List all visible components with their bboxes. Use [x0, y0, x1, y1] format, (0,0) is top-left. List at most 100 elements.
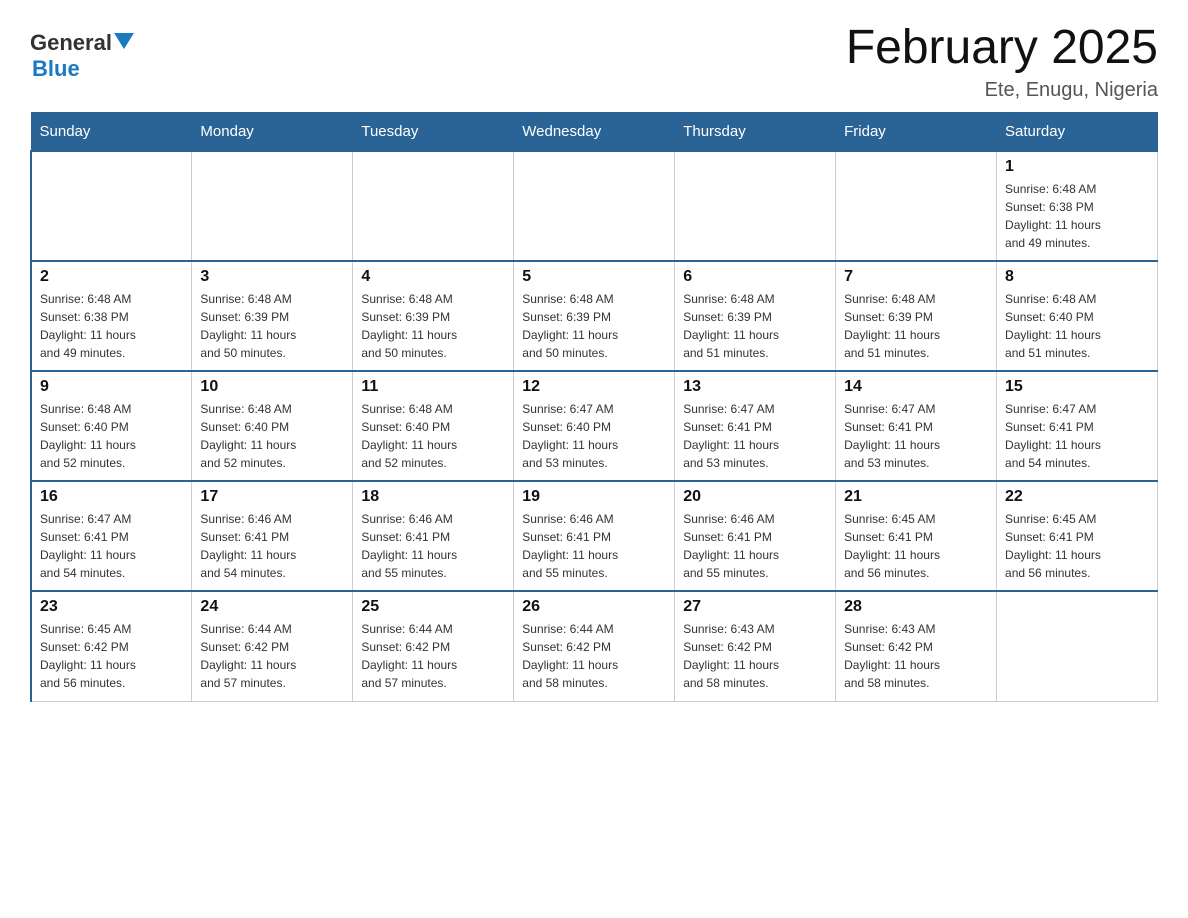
- weekday-header-wednesday: Wednesday: [514, 113, 675, 152]
- calendar-cell: 20 Sunrise: 6:46 AM Sunset: 6:41 PM Dayli…: [675, 481, 836, 591]
- day-number: 5: [522, 268, 666, 286]
- calendar-cell: 23 Sunrise: 6:45 AM Sunset: 6:42 PM Dayli…: [31, 591, 192, 701]
- day-info: Sunrise: 6:48 AM Sunset: 6:39 PM Dayligh…: [200, 290, 344, 362]
- day-number: 1: [1005, 158, 1149, 176]
- day-info: Sunrise: 6:43 AM Sunset: 6:42 PM Dayligh…: [683, 620, 827, 692]
- day-info: Sunrise: 6:45 AM Sunset: 6:42 PM Dayligh…: [40, 620, 183, 692]
- calendar-cell: [514, 151, 675, 261]
- calendar-cell: [675, 151, 836, 261]
- day-info: Sunrise: 6:47 AM Sunset: 6:41 PM Dayligh…: [40, 510, 183, 582]
- calendar-cell: 13Sunrise: 6:47 AM Sunset: 6:41 PM Dayli…: [675, 371, 836, 481]
- week-row-5: 23 Sunrise: 6:45 AM Sunset: 6:42 PM Dayli…: [31, 591, 1158, 701]
- day-number: 13: [683, 378, 827, 396]
- calendar-cell: 4 Sunrise: 6:48 AM Sunset: 6:39 PM Daylig…: [353, 261, 514, 371]
- day-number: 20: [683, 488, 827, 506]
- day-number: 7: [844, 268, 988, 286]
- calendar-header: SundayMondayTuesdayWednesdayThursdayFrid…: [31, 113, 1158, 152]
- calendar-subtitle: Ete, Enugu, Nigeria: [846, 79, 1158, 102]
- day-info: Sunrise: 6:48 AM Sunset: 6:40 PM Dayligh…: [200, 400, 344, 472]
- logo: General Blue: [30, 30, 134, 82]
- logo-text-blue: Blue: [32, 56, 80, 81]
- day-number: 6: [683, 268, 827, 286]
- calendar-cell: 9 Sunrise: 6:48 AM Sunset: 6:40 PM Daylig…: [31, 371, 192, 481]
- day-number: 11: [361, 378, 505, 396]
- week-row-1: 1 Sunrise: 6:48 AM Sunset: 6:38 PM Daylig…: [31, 151, 1158, 261]
- calendar-cell: 6 Sunrise: 6:48 AM Sunset: 6:39 PM Daylig…: [675, 261, 836, 371]
- calendar-table: SundayMondayTuesdayWednesdayThursdayFrid…: [30, 112, 1158, 702]
- calendar-title: February 2025: [846, 20, 1158, 75]
- day-info: Sunrise: 6:46 AM Sunset: 6:41 PM Dayligh…: [361, 510, 505, 582]
- logo-icon: General Blue: [30, 30, 134, 82]
- calendar-cell: 2 Sunrise: 6:48 AM Sunset: 6:38 PM Daylig…: [31, 261, 192, 371]
- page-header: General Blue February 2025 Ete, Enugu, N…: [30, 20, 1158, 102]
- day-number: 9: [40, 378, 183, 396]
- day-number: 21: [844, 488, 988, 506]
- calendar-body: 1 Sunrise: 6:48 AM Sunset: 6:38 PM Daylig…: [31, 151, 1158, 701]
- day-info: Sunrise: 6:48 AM Sunset: 6:40 PM Dayligh…: [40, 400, 183, 472]
- title-block: February 2025 Ete, Enugu, Nigeria: [846, 20, 1158, 102]
- day-info: Sunrise: 6:48 AM Sunset: 6:40 PM Dayligh…: [361, 400, 505, 472]
- day-info: Sunrise: 6:48 AM Sunset: 6:39 PM Dayligh…: [361, 290, 505, 362]
- calendar-cell: 11 Sunrise: 6:48 AM Sunset: 6:40 PM Dayli…: [353, 371, 514, 481]
- day-number: 12: [522, 378, 666, 396]
- day-number: 8: [1005, 268, 1149, 286]
- day-number: 25: [361, 598, 505, 616]
- day-number: 14: [844, 378, 988, 396]
- day-info: Sunrise: 6:48 AM Sunset: 6:40 PM Dayligh…: [1005, 290, 1149, 362]
- calendar-cell: 24 Sunrise: 6:44 AM Sunset: 6:42 PM Dayli…: [192, 591, 353, 701]
- calendar-cell: 3 Sunrise: 6:48 AM Sunset: 6:39 PM Daylig…: [192, 261, 353, 371]
- day-number: 22: [1005, 488, 1149, 506]
- day-info: Sunrise: 6:48 AM Sunset: 6:39 PM Dayligh…: [522, 290, 666, 362]
- calendar-cell: 28 Sunrise: 6:43 AM Sunset: 6:42 PM Dayli…: [836, 591, 997, 701]
- weekday-header-tuesday: Tuesday: [353, 113, 514, 152]
- day-info: Sunrise: 6:43 AM Sunset: 6:42 PM Dayligh…: [844, 620, 988, 692]
- week-row-4: 16 Sunrise: 6:47 AM Sunset: 6:41 PM Dayli…: [31, 481, 1158, 591]
- day-number: 28: [844, 598, 988, 616]
- day-info: Sunrise: 6:46 AM Sunset: 6:41 PM Dayligh…: [683, 510, 827, 582]
- day-number: 24: [200, 598, 344, 616]
- day-info: Sunrise: 6:46 AM Sunset: 6:41 PM Dayligh…: [200, 510, 344, 582]
- calendar-cell: 14Sunrise: 6:47 AM Sunset: 6:41 PM Dayli…: [836, 371, 997, 481]
- logo-text-general: General: [30, 30, 112, 56]
- weekday-header-saturday: Saturday: [997, 113, 1158, 152]
- weekday-header-row: SundayMondayTuesdayWednesdayThursdayFrid…: [31, 113, 1158, 152]
- day-info: Sunrise: 6:48 AM Sunset: 6:39 PM Dayligh…: [844, 290, 988, 362]
- day-info: Sunrise: 6:45 AM Sunset: 6:41 PM Dayligh…: [844, 510, 988, 582]
- calendar-cell: 1 Sunrise: 6:48 AM Sunset: 6:38 PM Daylig…: [997, 151, 1158, 261]
- day-number: 2: [40, 268, 183, 286]
- day-info: Sunrise: 6:48 AM Sunset: 6:39 PM Dayligh…: [683, 290, 827, 362]
- calendar-cell: [353, 151, 514, 261]
- calendar-cell: 15Sunrise: 6:47 AM Sunset: 6:41 PM Dayli…: [997, 371, 1158, 481]
- day-info: Sunrise: 6:47 AM Sunset: 6:40 PM Dayligh…: [522, 400, 666, 472]
- calendar-cell: 18 Sunrise: 6:46 AM Sunset: 6:41 PM Dayli…: [353, 481, 514, 591]
- day-info: Sunrise: 6:48 AM Sunset: 6:38 PM Dayligh…: [40, 290, 183, 362]
- day-number: 3: [200, 268, 344, 286]
- calendar-cell: 8 Sunrise: 6:48 AM Sunset: 6:40 PM Daylig…: [997, 261, 1158, 371]
- logo-triangle-icon: [114, 33, 134, 49]
- day-number: 16: [40, 488, 183, 506]
- day-number: 19: [522, 488, 666, 506]
- calendar-cell: [31, 151, 192, 261]
- day-info: Sunrise: 6:44 AM Sunset: 6:42 PM Dayligh…: [200, 620, 344, 692]
- day-number: 15: [1005, 378, 1149, 396]
- calendar-cell: 25Sunrise: 6:44 AM Sunset: 6:42 PM Dayli…: [353, 591, 514, 701]
- calendar-cell: 17 Sunrise: 6:46 AM Sunset: 6:41 PM Dayli…: [192, 481, 353, 591]
- calendar-cell: 12 Sunrise: 6:47 AM Sunset: 6:40 PM Dayli…: [514, 371, 675, 481]
- day-number: 4: [361, 268, 505, 286]
- week-row-3: 9 Sunrise: 6:48 AM Sunset: 6:40 PM Daylig…: [31, 371, 1158, 481]
- day-number: 23: [40, 598, 183, 616]
- calendar-cell: [836, 151, 997, 261]
- day-number: 10: [200, 378, 344, 396]
- calendar-cell: 19Sunrise: 6:46 AM Sunset: 6:41 PM Dayli…: [514, 481, 675, 591]
- week-row-2: 2 Sunrise: 6:48 AM Sunset: 6:38 PM Daylig…: [31, 261, 1158, 371]
- calendar-cell: 27 Sunrise: 6:43 AM Sunset: 6:42 PM Dayli…: [675, 591, 836, 701]
- calendar-cell: 10 Sunrise: 6:48 AM Sunset: 6:40 PM Dayli…: [192, 371, 353, 481]
- weekday-header-friday: Friday: [836, 113, 997, 152]
- calendar-cell: 5 Sunrise: 6:48 AM Sunset: 6:39 PM Daylig…: [514, 261, 675, 371]
- calendar-cell: 16 Sunrise: 6:47 AM Sunset: 6:41 PM Dayli…: [31, 481, 192, 591]
- weekday-header-sunday: Sunday: [31, 113, 192, 152]
- day-number: 18: [361, 488, 505, 506]
- day-info: Sunrise: 6:48 AM Sunset: 6:38 PM Dayligh…: [1005, 180, 1149, 252]
- day-number: 17: [200, 488, 344, 506]
- day-number: 27: [683, 598, 827, 616]
